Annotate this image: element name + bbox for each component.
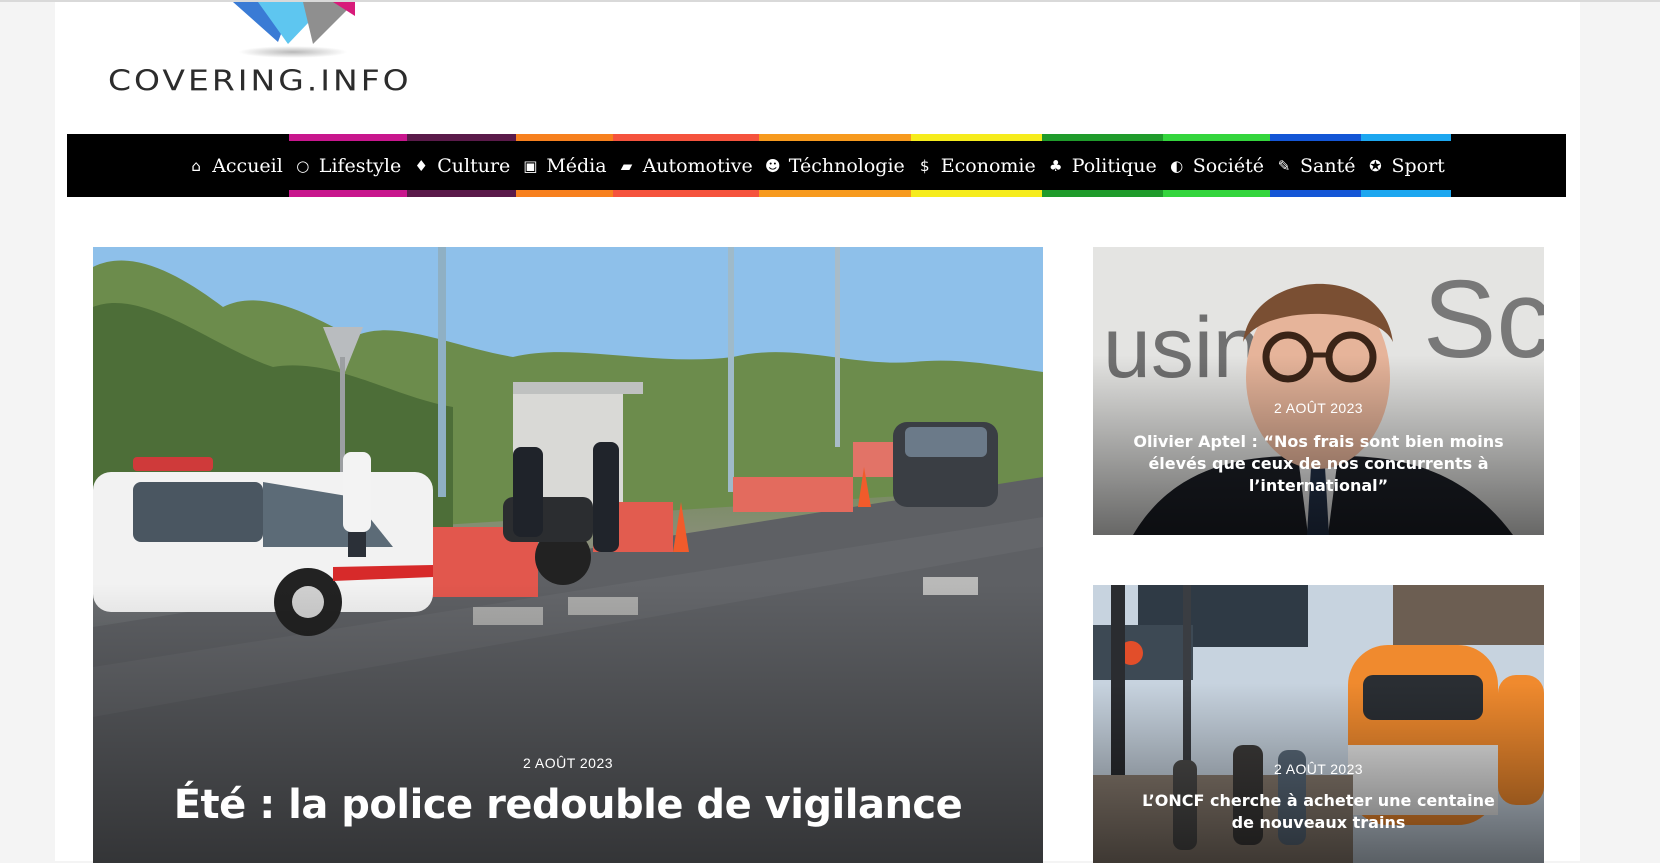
nav-item-label: Accueil [212,154,283,177]
logo-mark-icon [233,2,355,44]
nav-color-bar [1041,134,1163,141]
page-container: COVERING.INFO ⌂ Accueil ○ Lifestyle ♦ Culture… [55,2,1580,863]
nav-item-media[interactable]: ▣ Média [516,134,613,197]
nav-item-politique[interactable]: ♣ Politique [1041,134,1163,197]
nav-item-label: Santé [1300,154,1356,177]
nav-item-label: Lifestyle [318,154,402,177]
nav-item-economie[interactable]: $ Economie [910,134,1042,197]
nav-color-bar [1270,134,1362,141]
nav-item-lifestyle[interactable]: ○ Lifestyle [288,134,408,197]
side-article-1-title[interactable]: Olivier Aptel : “Nos frais sont bien moi… [1133,431,1504,497]
nav-item-automotive[interactable]: ▰ Automotive [612,134,759,197]
featured-article[interactable]: 2 AOÛT 2023 Été : la police redouble de … [93,247,1043,863]
side-article-2-title[interactable]: L’ONCF cherche à acheter une centaine de… [1133,790,1504,834]
side-article-1-date: 2 AOÛT 2023 [1274,400,1363,416]
nav-item-technologie[interactable]: ☻ Téchnologie [758,134,911,197]
nav-item-societe[interactable]: ◐ Société [1162,134,1270,197]
nav-color-bar [1361,190,1451,197]
nav-color-bar [288,190,408,197]
logo-shadow [238,46,348,58]
nav-color-bar [758,190,911,197]
logo-text: COVERING.INFO [108,64,412,98]
nav-color-bar [407,134,517,141]
robot-icon: ☻ [764,156,781,175]
side-article-2[interactable]: 2 AOÛT 2023 L’ONCF cherche à acheter une… [1093,585,1544,863]
people-icon: ♣ [1049,156,1063,175]
nav-item-sante[interactable]: ✎ Santé [1270,134,1362,197]
car-icon: ▰ [620,156,633,175]
circle-icon: ○ [296,156,310,175]
dollar-icon: $ [919,156,930,175]
nav-item-label: Société [1192,154,1264,177]
nav-color-bar [1270,190,1362,197]
nav-item-label: Téchnologie [788,154,905,177]
nav-item-label: Politique [1071,154,1157,177]
nav-color-bar [612,190,759,197]
nav-item-label: Automotive [642,154,753,177]
nav-color-bar [910,134,1042,141]
nav-color-bar [910,190,1042,197]
nav-color-bar [1162,134,1270,141]
nav-item-culture[interactable]: ♦ Culture [407,134,517,197]
nav-item-label: Culture [437,154,511,177]
globe-icon: ◐ [1170,156,1184,175]
nav-item-label: Economie [940,154,1036,177]
nav-color-bar [288,134,408,141]
sport-icon: ✪ [1369,156,1382,175]
nav-item-accueil[interactable]: ⌂ Accueil [182,134,289,197]
featured-title[interactable]: Été : la police redouble de vigilance [93,782,1043,828]
side-article-1[interactable]: usine Sc 2 AOÛT 2023 Olivier Aptel : “No… [1093,247,1544,535]
nav-color-bar [758,134,911,141]
side-article-2-date: 2 AOÛT 2023 [1274,761,1363,777]
nav-item-label: Sport [1391,154,1445,177]
lightbulb-icon: ♦ [414,156,428,175]
nav-item-sport[interactable]: ✪ Sport [1361,134,1451,197]
nav-item-label: Média [546,154,607,177]
home-icon: ⌂ [191,156,201,175]
featured-date: 2 AOÛT 2023 [522,755,614,771]
site-logo[interactable]: COVERING.INFO [108,2,488,112]
notepad-icon: ✎ [1277,156,1291,175]
nav-color-bar [612,134,759,141]
nav-color-bar [1041,190,1163,197]
nav-color-bar [516,134,613,141]
nav-color-bar [1162,190,1270,197]
main-navigation: ⌂ Accueil ○ Lifestyle ♦ Culture ▣ Média ▰ Automot… [67,134,1566,197]
media-icon: ▣ [523,156,538,175]
nav-color-bar [1361,134,1451,141]
nav-color-bar [516,190,613,197]
nav-color-bar [407,190,517,197]
